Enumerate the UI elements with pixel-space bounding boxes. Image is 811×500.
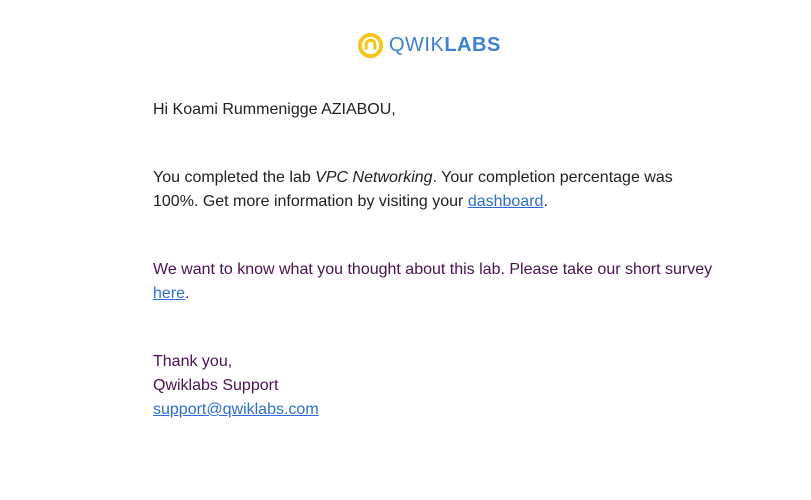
- logo-text-bold: LABS: [444, 34, 501, 56]
- completion-text-1: You completed the lab: [153, 169, 316, 186]
- survey-paragraph: We want to know what you thought about t…: [153, 258, 713, 306]
- lab-name: VPC Networking: [315, 169, 433, 186]
- signoff-team: Qwiklabs Support: [153, 377, 279, 394]
- logo-text-light: QWIK: [389, 34, 445, 56]
- qwiklabs-logo-icon: [357, 32, 384, 58]
- qwiklabs-logo: QWIKLABS: [357, 31, 501, 59]
- survey-text-1: We want to know what you thought about t…: [153, 261, 713, 278]
- email-body: Hi Koami Rummenigge AZIABOU, You complet…: [153, 98, 713, 422]
- completion-paragraph: You completed the lab VPC Networking. Yo…: [153, 166, 713, 214]
- dashboard-link[interactable]: dashboard: [468, 193, 544, 210]
- signoff-block: Thank you, Qwiklabs Support support@qwik…: [153, 350, 713, 422]
- completion-text-3: .: [543, 193, 548, 210]
- survey-text-2: .: [185, 285, 190, 302]
- qwiklabs-logo-text: QWIKLABS: [389, 31, 501, 59]
- signoff-thanks: Thank you,: [153, 353, 233, 370]
- greeting-text: Hi Koami Rummenigge AZIABOU,: [153, 101, 396, 118]
- survey-here-link[interactable]: here: [153, 285, 185, 302]
- support-email-link[interactable]: support@qwiklabs.com: [153, 401, 319, 418]
